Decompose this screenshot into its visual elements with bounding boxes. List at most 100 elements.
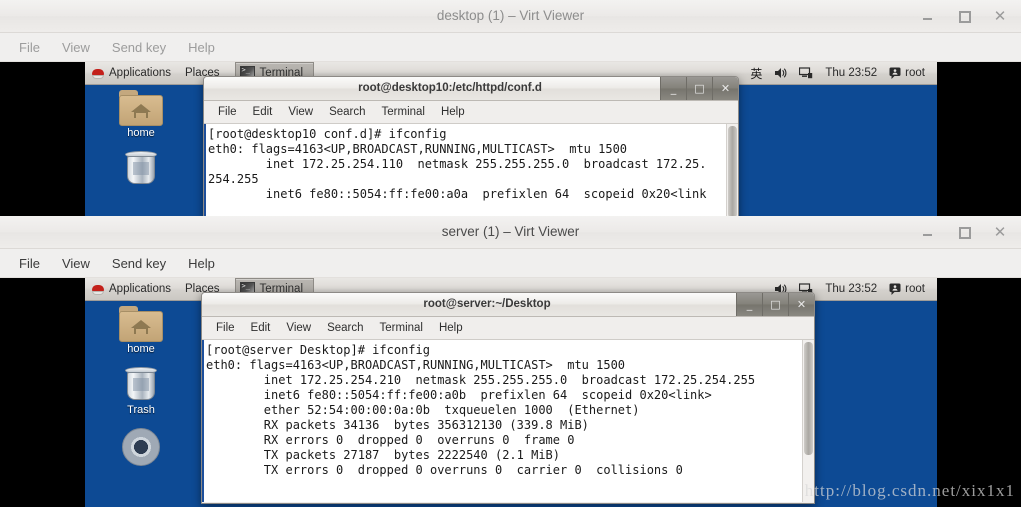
terminal-menu-search[interactable]: Search: [319, 320, 371, 336]
terminal-line: [root@server Desktop]# ifconfig: [206, 343, 430, 357]
terminal-scrollbar[interactable]: [726, 124, 738, 216]
titlebar-server[interactable]: server (1) – Virt Viewer ✕: [0, 216, 1021, 249]
terminal-title: root@desktop10:/etc/httpd/conf.d: [358, 82, 542, 94]
terminal-line: inet6 fe80::5054:ff:fe00:a0a prefixlen 6…: [208, 187, 707, 201]
menu-view[interactable]: View: [51, 36, 101, 59]
trash-icon: [124, 367, 158, 403]
terminal-minimize-button[interactable]: _: [660, 77, 686, 100]
terminal-output-area[interactable]: [root@server Desktop]# ifconfig eth0: fl…: [202, 340, 814, 502]
user-speech-icon: [889, 283, 901, 295]
terminal-menu-help[interactable]: Help: [433, 104, 473, 120]
vm-server-surface[interactable]: Applications Places Terminal: [85, 278, 937, 507]
maximize-button[interactable]: [957, 225, 971, 239]
network-indicator[interactable]: [793, 62, 819, 84]
home-folder-icon: [119, 306, 163, 342]
user-menu[interactable]: root: [883, 62, 931, 84]
redhat-logo-icon: [92, 67, 104, 79]
trash-icon: [124, 151, 158, 187]
panel-right-desktop: 英 Thu 23:52 root: [744, 62, 937, 84]
menubar-desktop: File View Send key Help: [0, 33, 1021, 62]
menubar-server: File View Send key Help: [0, 249, 1021, 278]
clock-label: Thu 23:52: [825, 67, 878, 79]
redhat-logo-icon: [92, 283, 104, 295]
maximize-button[interactable]: [957, 9, 971, 23]
input-method-indicator[interactable]: 英: [744, 62, 768, 84]
menu-file[interactable]: File: [8, 36, 51, 59]
menu-help[interactable]: Help: [177, 252, 226, 275]
desktop-icon-label: Trash: [127, 404, 155, 416]
terminal-window-controls: _ □ ✕: [736, 293, 814, 316]
terminal-line: TX packets 27187 bytes 2222540 (2.1 MiB): [206, 448, 561, 462]
user-label: root: [905, 67, 925, 79]
terminal-maximize-button[interactable]: □: [762, 293, 788, 316]
terminal-line: TX errors 0 dropped 0 overruns 0 carrier…: [206, 463, 683, 477]
virt-viewer-window-desktop[interactable]: desktop (1) – Virt Viewer ✕ File View Se…: [0, 0, 1021, 216]
desktop-icon-disc[interactable]: [99, 428, 183, 466]
terminal-window-server[interactable]: root@server:~/Desktop _ □ ✕ File Edit Vi…: [201, 292, 815, 504]
desktop-icon-label: home: [127, 343, 155, 355]
minimize-button[interactable]: [921, 9, 935, 23]
terminal-line: ether 52:54:00:00:0a:0b txqueuelen 1000 …: [206, 403, 640, 417]
close-icon[interactable]: ✕: [993, 225, 1007, 240]
vm-desktop-surface[interactable]: Applications Places Terminal: [85, 62, 937, 216]
terminal-menu-file[interactable]: File: [208, 320, 243, 336]
terminal-menu-help[interactable]: Help: [431, 320, 471, 336]
scrollbar-thumb[interactable]: [804, 342, 813, 456]
user-menu[interactable]: root: [883, 278, 931, 300]
scrollbar-thumb[interactable]: [728, 126, 737, 216]
desktop-icons-desktop: home: [99, 90, 183, 199]
desktop-icon-trash[interactable]: Trash: [99, 367, 183, 416]
terminal-minimize-button[interactable]: _: [736, 293, 762, 316]
desktop-icon-trash[interactable]: [99, 151, 183, 187]
terminal-line: inet6 fe80::5054:ff:fe00:a0b prefixlen 6…: [206, 388, 712, 402]
terminal-close-button[interactable]: ✕: [788, 293, 814, 316]
close-icon[interactable]: ✕: [993, 9, 1007, 24]
terminal-menu-search[interactable]: Search: [321, 104, 373, 120]
clock-label: Thu 23:52: [825, 283, 878, 295]
terminal-scrollbar[interactable]: [802, 340, 814, 502]
window-title-desktop: desktop (1) – Virt Viewer: [436, 8, 585, 23]
terminal-left-edge: [202, 340, 204, 502]
terminal-menu-edit[interactable]: Edit: [245, 104, 281, 120]
terminal-menu-terminal[interactable]: Terminal: [372, 320, 431, 336]
desktop-icons-server: home Trash: [99, 306, 183, 478]
terminal-maximize-button[interactable]: □: [686, 77, 712, 100]
terminal-output-area[interactable]: [root@desktop10 conf.d]# ifconfig eth0: …: [204, 124, 738, 216]
desktop-icon-home[interactable]: home: [99, 306, 183, 355]
terminal-window-desktop10[interactable]: root@desktop10:/etc/httpd/conf.d _ □ ✕ F…: [203, 76, 739, 216]
ime-icon: 英: [750, 66, 763, 81]
terminal-close-button[interactable]: ✕: [712, 77, 738, 100]
terminal-menu-terminal[interactable]: Terminal: [374, 104, 433, 120]
terminal-menu-file[interactable]: File: [210, 104, 245, 120]
vm-viewport-server[interactable]: Applications Places Terminal: [0, 278, 1021, 507]
terminal-menubar: File Edit View Search Terminal Help: [204, 101, 738, 124]
clock-indicator[interactable]: Thu 23:52: [819, 278, 883, 300]
user-speech-icon: [889, 67, 901, 79]
titlebar-desktop[interactable]: desktop (1) – Virt Viewer ✕: [0, 0, 1021, 33]
terminal-line: [root@desktop10 conf.d]# ifconfig: [208, 127, 447, 141]
user-label: root: [905, 283, 925, 295]
menu-send-key[interactable]: Send key: [101, 252, 177, 275]
terminal-window-controls: _ □ ✕: [660, 77, 738, 100]
applications-menu[interactable]: Applications: [85, 62, 178, 84]
clock-indicator[interactable]: Thu 23:52: [819, 62, 883, 84]
vm-viewport-desktop[interactable]: Applications Places Terminal: [0, 62, 1021, 216]
home-folder-icon: [119, 90, 163, 126]
desktop-icon-label: home: [127, 127, 155, 139]
menu-send-key[interactable]: Send key: [101, 36, 177, 59]
volume-indicator[interactable]: [768, 62, 793, 84]
terminal-titlebar[interactable]: root@desktop10:/etc/httpd/conf.d _ □ ✕: [204, 77, 738, 101]
applications-menu[interactable]: Applications: [85, 278, 178, 300]
virt-viewer-window-server[interactable]: server (1) – Virt Viewer ✕ File View Sen…: [0, 216, 1021, 507]
window-controls-server: ✕: [921, 216, 1015, 248]
menu-view[interactable]: View: [51, 252, 101, 275]
terminal-titlebar[interactable]: root@server:~/Desktop _ □ ✕: [202, 293, 814, 317]
minimize-button[interactable]: [921, 225, 935, 239]
terminal-menu-view[interactable]: View: [278, 320, 319, 336]
terminal-menu-view[interactable]: View: [280, 104, 321, 120]
menu-help[interactable]: Help: [177, 36, 226, 59]
desktop-icon-home[interactable]: home: [99, 90, 183, 139]
menu-file[interactable]: File: [8, 252, 51, 275]
applications-label: Applications: [109, 283, 172, 295]
terminal-menu-edit[interactable]: Edit: [243, 320, 279, 336]
